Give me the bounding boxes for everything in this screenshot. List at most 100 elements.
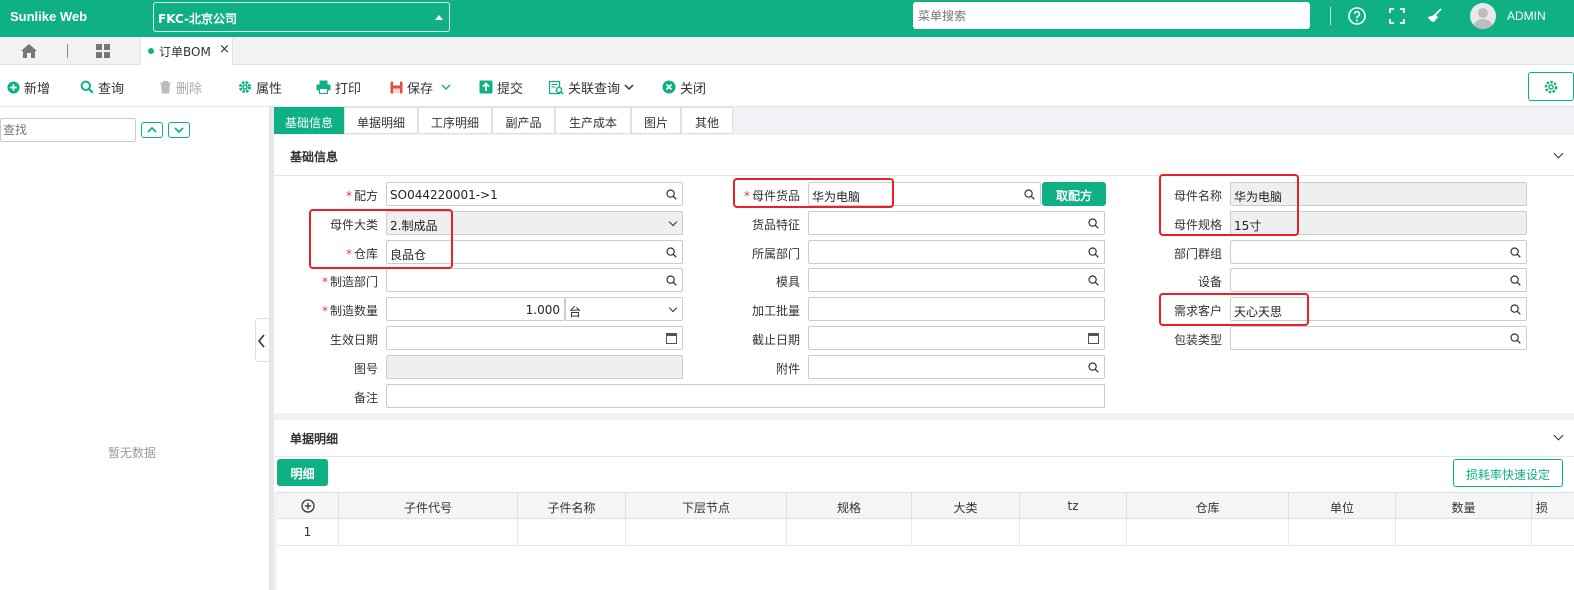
chevron-down-icon[interactable] [1553, 148, 1564, 159]
table-cell[interactable] [1020, 519, 1127, 546]
home-icon[interactable] [20, 43, 38, 59]
equipment-input[interactable] [1230, 268, 1527, 292]
delete-button[interactable]: 删除 [159, 78, 202, 97]
row-index: 1 [277, 519, 339, 546]
parent-category-select[interactable]: 2.制成品 [386, 211, 683, 235]
help-icon[interactable] [1347, 6, 1367, 26]
tab-order-bom[interactable]: 订单BOM × [140, 37, 233, 65]
prev-button[interactable] [141, 122, 163, 138]
tab-basic-info[interactable]: 基础信息 [274, 107, 344, 134]
table-cell[interactable] [1127, 519, 1289, 546]
table-cell[interactable] [1289, 519, 1396, 546]
parent-name-input[interactable]: 华为电脑 [1230, 182, 1527, 206]
table-cell[interactable] [626, 519, 787, 546]
remark-input[interactable] [386, 384, 1105, 408]
dept-group-input[interactable] [1230, 240, 1527, 264]
related-query-button[interactable]: 关联查询 [549, 78, 634, 97]
close-button[interactable]: 关闭 [662, 78, 706, 97]
search-icon[interactable] [1510, 304, 1521, 315]
tab-process-detail[interactable]: 工序明细 [418, 107, 492, 134]
search-icon[interactable] [1088, 247, 1099, 258]
table-cell[interactable] [912, 519, 1020, 546]
username[interactable]: ADMIN [1507, 9, 1546, 23]
tab-other[interactable]: 其他 [681, 107, 733, 134]
chevron-down-icon[interactable] [624, 83, 634, 91]
package-input[interactable] [1230, 326, 1527, 350]
properties-button[interactable]: 属性 [238, 78, 282, 97]
column-header[interactable]: 规格 [787, 493, 912, 520]
drawing-no-input[interactable] [386, 355, 683, 379]
column-header[interactable]: 子件代号 [339, 493, 518, 520]
grid-icon[interactable] [95, 43, 111, 59]
add-circle-icon[interactable] [300, 499, 315, 513]
search-icon[interactable] [1088, 218, 1099, 229]
unit-select[interactable]: 台 [565, 297, 683, 321]
search-icon[interactable] [1510, 275, 1521, 286]
brand-logo: Sunlike Web [10, 9, 88, 24]
search-icon[interactable] [666, 275, 677, 286]
chevron-down-icon[interactable] [1553, 430, 1564, 441]
tab-document-detail[interactable]: 单据明细 [344, 107, 418, 134]
column-header[interactable]: 下层节点 [626, 493, 787, 520]
settings-button[interactable] [1528, 72, 1574, 101]
tab-production-cost[interactable]: 生产成本 [555, 107, 631, 134]
new-button[interactable]: 新增 [7, 78, 50, 97]
search-icon[interactable] [1088, 362, 1099, 373]
formula-input[interactable]: SO044220001->1 [386, 182, 683, 206]
search-icon[interactable] [1088, 275, 1099, 286]
next-button[interactable] [168, 122, 190, 138]
find-input[interactable] [0, 118, 136, 142]
column-header[interactable]: tz [1020, 493, 1127, 520]
parent-item-input[interactable]: 华为电脑 [808, 182, 1041, 206]
mfg-dept-input[interactable] [386, 268, 683, 292]
table-cell[interactable] [339, 519, 518, 546]
column-header[interactable]: 损 [1532, 493, 1574, 520]
avatar[interactable] [1470, 3, 1496, 29]
column-header[interactable]: 单位 [1289, 493, 1396, 520]
print-button[interactable]: 打印 [316, 78, 361, 97]
mold-input[interactable] [808, 268, 1105, 292]
get-formula-button[interactable]: 取配方 [1042, 182, 1106, 206]
tab-by-products[interactable]: 副产品 [492, 107, 555, 134]
column-header[interactable]: 仓库 [1127, 493, 1289, 520]
menu-search-input[interactable] [913, 2, 1310, 29]
dept-input[interactable] [808, 240, 1105, 264]
mfg-qty-input[interactable]: 1.000 [386, 297, 565, 321]
fullscreen-icon[interactable] [1387, 6, 1407, 26]
customer-input[interactable]: 天心天思 [1230, 297, 1527, 321]
search-icon[interactable] [1024, 189, 1035, 200]
warehouse-input[interactable]: 良品仓 [386, 240, 683, 264]
query-button[interactable]: 查询 [80, 78, 124, 97]
detail-button[interactable]: 明细 [277, 459, 328, 486]
search-icon[interactable] [666, 247, 677, 258]
attachment-input[interactable] [808, 355, 1105, 379]
tab-images[interactable]: 图片 [631, 107, 681, 134]
search-icon[interactable] [1510, 247, 1521, 258]
end-date-input[interactable] [808, 326, 1105, 350]
chevron-down-icon[interactable] [441, 83, 451, 91]
calendar-icon[interactable] [666, 333, 677, 344]
column-header[interactable]: 大类 [912, 493, 1020, 520]
broom-icon[interactable] [1425, 6, 1445, 26]
table-cell[interactable] [787, 519, 912, 546]
item-feature-input[interactable] [808, 211, 1105, 235]
table-row[interactable]: 1 [277, 519, 1574, 546]
collapse-handle[interactable] [255, 318, 269, 362]
column-header[interactable]: 数量 [1396, 493, 1532, 520]
loss-rate-button[interactable]: 损耗率快速设定 [1453, 459, 1563, 487]
table-cell[interactable] [1396, 519, 1532, 546]
save-button[interactable]: 保存 [390, 78, 451, 97]
calendar-icon[interactable] [1088, 333, 1099, 344]
column-header[interactable]: 子件名称 [518, 493, 626, 520]
table-cell[interactable] [518, 519, 626, 546]
add-row-column[interactable] [277, 493, 339, 520]
company-selector[interactable]: FKC-北京公司 [153, 2, 450, 32]
search-icon[interactable] [1510, 333, 1521, 344]
parent-spec-input[interactable]: 15寸 [1230, 211, 1527, 235]
effective-date-input[interactable] [386, 326, 683, 350]
search-icon[interactable] [666, 189, 677, 200]
submit-button[interactable]: 提交 [479, 78, 523, 97]
batch-input[interactable] [808, 297, 1105, 321]
section-title: 基础信息 [290, 150, 339, 164]
close-tab-icon[interactable]: × [219, 42, 230, 57]
